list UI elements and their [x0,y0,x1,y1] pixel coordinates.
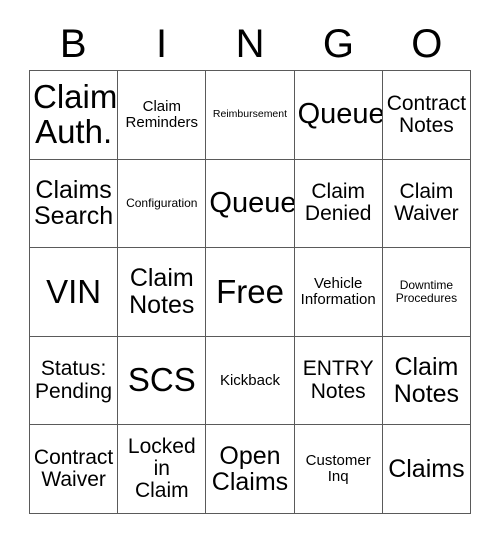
bingo-cell-label: Reimbursement [212,108,288,121]
bingo-cell-label: Downtime Procedures [395,278,458,305]
bingo-column-letter-n: N [235,22,265,66]
bingo-cell-label: VIN [46,272,102,310]
bingo-cell-r4c2[interactable]: SCS [118,336,207,426]
bingo-cell-label: Claims [388,454,465,483]
bingo-cell-label: Claim Waiver [394,180,459,226]
bingo-cell-label: Free [216,272,284,310]
bingo-cell-r5c4[interactable]: Customer Inq [294,425,383,514]
bingo-cell-r5c5[interactable]: Claims [382,425,471,514]
bingo-cell-label: Claim Notes [129,264,195,319]
bingo-column-letter-o: O [411,22,443,66]
bingo-cell-r4c1[interactable]: Status: Pending [30,336,119,426]
bingo-column-letter-i: I [156,22,168,66]
bingo-cell-free-space[interactable]: Free [206,248,295,337]
bingo-cell-r2c2[interactable]: Configuration [118,159,207,249]
bingo-column-letter-g: G [322,22,354,66]
bingo-cell-label: Customer Inq [305,452,371,486]
bingo-cell-label: Contract Waiver [33,445,114,492]
bingo-cell-r2c3[interactable]: Queue [206,159,295,249]
bingo-cell-r5c3[interactable]: Open Claims [206,425,295,514]
bingo-cell-label: Claims Search [33,175,114,231]
bingo-cell-r2c5[interactable]: Claim Waiver [382,159,471,249]
bingo-cell-r3c2[interactable]: Claim Notes [118,248,207,337]
bingo-cell-r3c1[interactable]: VIN [30,248,119,337]
bingo-cell-r5c1[interactable]: Contract Waiver [30,425,119,514]
bingo-column-letter-b: B [59,22,87,66]
bingo-cell-label: Open Claims [211,441,289,497]
bingo-cell-r1c5[interactable]: Contract Notes [382,71,471,160]
bingo-cell-label: ENTRY Notes [302,357,374,403]
bingo-cell-r4c5[interactable]: Claim Notes [382,336,471,426]
bingo-cell-label: Claim Reminders [125,97,199,131]
bingo-cell-label: Claim Auth. [33,77,118,150]
bingo-cell-label: Locked in Claim [127,434,196,503]
bingo-cell-label: Claim Notes [393,353,460,408]
bingo-cell-label: Kickback [219,371,280,389]
bingo-card: B I N G O Claim Auth. Claim Reminders Re… [0,0,500,544]
bingo-cell-r3c5[interactable]: Downtime Procedures [382,248,471,337]
bingo-cell-label: Vehicle Information [300,275,376,308]
bingo-header-row: B I N G O [29,18,471,70]
bingo-cell-r3c4[interactable]: Vehicle Information [294,248,383,337]
bingo-cell-label: Claim Denied [304,180,372,226]
bingo-cell-r4c3[interactable]: Kickback [206,336,295,426]
bingo-cell-r1c3[interactable]: Reimbursement [206,71,295,160]
bingo-cell-label: Queue [297,98,383,131]
bingo-cell-r1c2[interactable]: Claim Reminders [118,71,207,160]
bingo-cell-label: Status: Pending [35,357,113,403]
bingo-cell-r4c4[interactable]: ENTRY Notes [294,336,383,426]
bingo-cell-r2c4[interactable]: Claim Denied [294,159,383,249]
bingo-cell-r1c4[interactable]: Queue [294,71,383,160]
bingo-cell-r1c1[interactable]: Claim Auth. [30,71,119,160]
bingo-cell-r5c2[interactable]: Locked in Claim [118,425,207,514]
bingo-cell-label: Queue [209,187,295,220]
bingo-cell-r2c1[interactable]: Claims Search [30,159,119,249]
bingo-grid: Claim Auth. Claim Reminders Reimbursemen… [29,70,471,514]
bingo-cell-label: Configuration [126,196,198,211]
bingo-cell-label: SCS [127,361,196,399]
bingo-cell-label: Contract Notes [386,91,467,137]
